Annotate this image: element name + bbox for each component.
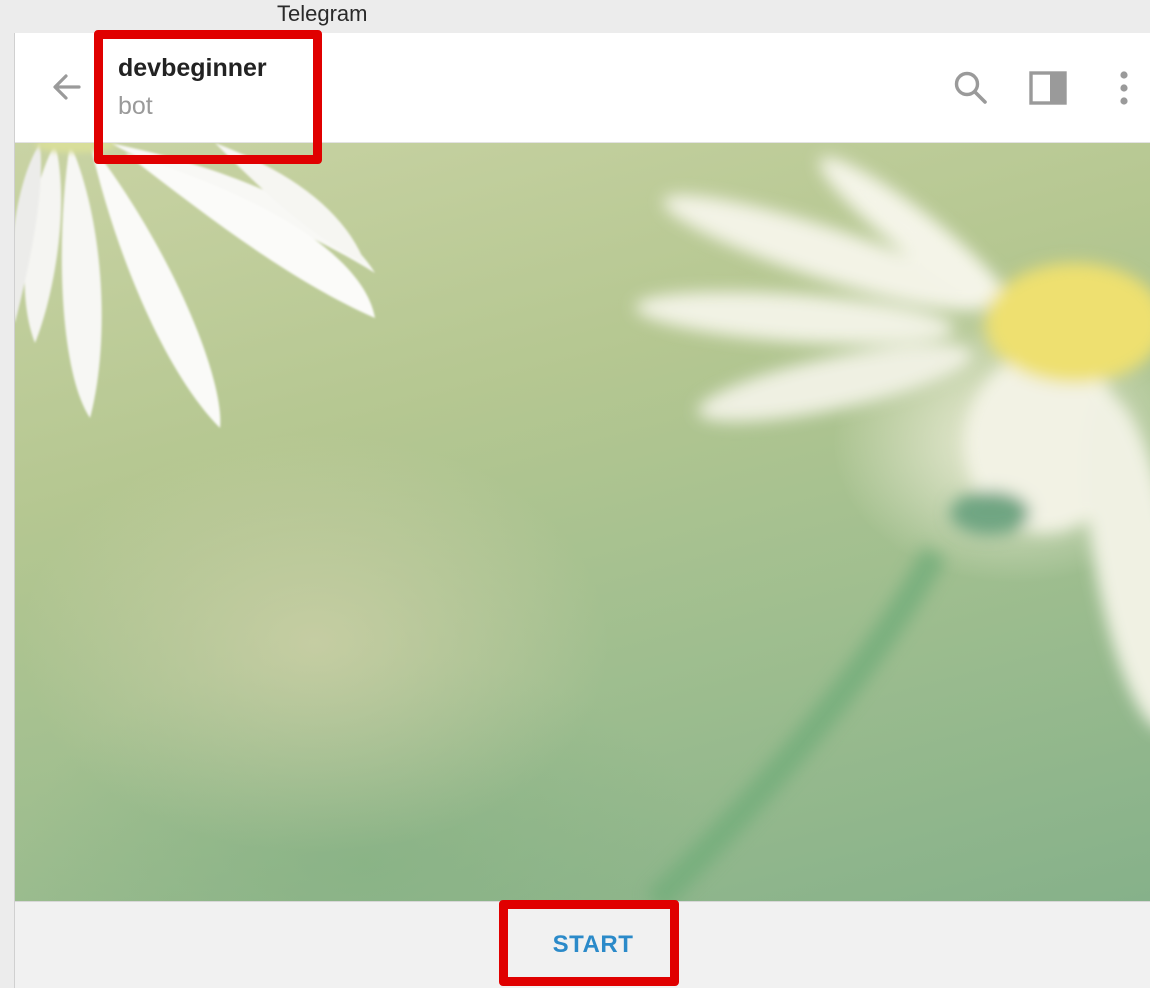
search-icon — [954, 71, 987, 104]
more-menu-button[interactable] — [1104, 68, 1144, 108]
daisy-wallpaper — [15, 143, 1150, 901]
peer-name: devbeginner — [118, 54, 267, 82]
chat-header: devbeginner bot — [15, 33, 1150, 143]
start-button[interactable]: START — [518, 915, 668, 975]
more-vertical-icon — [1120, 71, 1128, 105]
left-sidebar-edge — [0, 33, 15, 988]
window-title: Telegram — [277, 1, 368, 26]
back-arrow-icon — [53, 74, 81, 100]
side-panel-icon — [1029, 71, 1067, 105]
bottom-bar: START — [15, 901, 1150, 988]
window-titlebar: Telegram — [0, 0, 1150, 30]
search-button[interactable] — [951, 68, 991, 108]
peer-info[interactable]: devbeginner bot — [118, 51, 267, 124]
chat-message-area[interactable] — [15, 143, 1150, 901]
back-button[interactable] — [45, 65, 89, 109]
chat-window: devbeginner bot START — [15, 33, 1150, 988]
peer-status: bot — [118, 92, 153, 120]
toggle-panel-button[interactable] — [1028, 68, 1068, 108]
